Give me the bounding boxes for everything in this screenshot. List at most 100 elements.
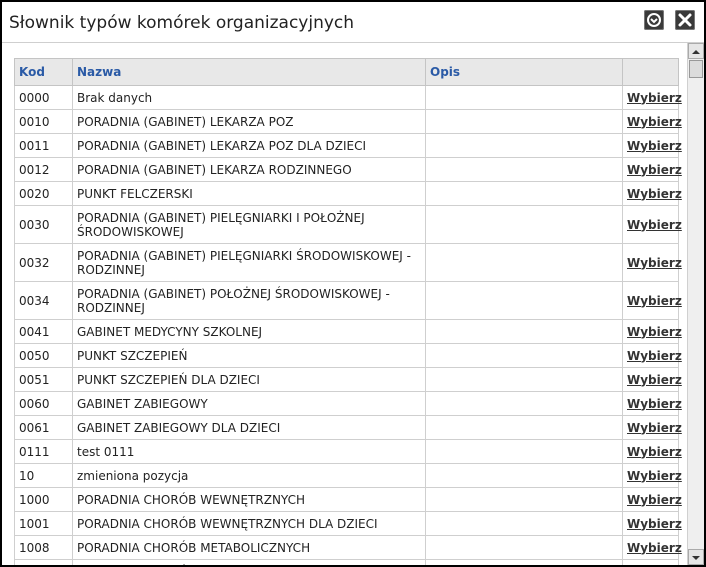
column-header-kod[interactable]: Kod	[14, 58, 73, 86]
cell-nazwa: PORADNIA (GABINET) LEKARZA RODZINNEGO	[72, 157, 426, 182]
select-link[interactable]: Wybierz	[627, 91, 682, 105]
cell-kod: 0030	[14, 205, 73, 244]
cell-opis	[425, 133, 623, 158]
cell-kod: 0032	[14, 243, 73, 282]
cell-opis	[425, 343, 623, 368]
table-row: 0111 test 0111 Wybierz	[14, 439, 682, 464]
column-header-opis[interactable]: Opis	[425, 58, 623, 86]
cell-action: Wybierz	[622, 487, 682, 512]
cell-action: Wybierz	[622, 343, 682, 368]
cell-opis	[425, 535, 623, 560]
table-row: 0012 PORADNIA (GABINET) LEKARZA RODZINNEG…	[14, 157, 682, 182]
select-link[interactable]: Wybierz	[627, 541, 682, 555]
cell-action: Wybierz	[622, 367, 682, 392]
select-link[interactable]: Wybierz	[627, 349, 682, 363]
cell-nazwa: PUNKT SZCZEPIEŃ	[72, 343, 426, 368]
table-row: 0041 GABINET MEDYCYNY SZKOLNEJ Wybierz	[14, 319, 682, 344]
select-link[interactable]: Wybierz	[627, 325, 682, 339]
select-link[interactable]: Wybierz	[627, 115, 682, 129]
cell-nazwa: PORADNIA (GABINET) LEKARZA POZ DLA DZIEC…	[72, 133, 426, 158]
cell-opis	[425, 157, 623, 182]
column-header-action	[622, 58, 679, 86]
cell-opis	[425, 391, 623, 416]
cell-opis	[425, 85, 623, 110]
cell-opis	[425, 439, 623, 464]
close-x-icon[interactable]	[675, 10, 695, 30]
cell-nazwa: GABINET MEDYCYNY SZKOLNEJ	[72, 319, 426, 344]
table-row: 0010 PORADNIA (GABINET) LEKARZA POZ Wybier…	[14, 109, 682, 134]
cell-opis	[425, 109, 623, 134]
table-row: 10 zmieniona pozycja Wybierz	[14, 463, 682, 488]
cell-action: Wybierz	[622, 439, 682, 464]
select-link[interactable]: Wybierz	[627, 139, 682, 153]
cell-nazwa: PORADNIA CHORÓB METABOLICZNYCH	[72, 535, 426, 560]
table-row: 0060 GABINET ZABIEGOWY Wybierz	[14, 391, 682, 416]
cell-kod: 0111	[14, 439, 73, 464]
table-row: 0030 PORADNIA (GABINET) PIELĘGNIARKI I PO…	[14, 205, 682, 244]
cell-opis	[425, 367, 623, 392]
cell-opis	[425, 281, 623, 320]
cell-kod: 0020	[14, 181, 73, 206]
table-row: 0050 PUNKT SZCZEPIEŃ Wybierz	[14, 343, 682, 368]
cell-action: Wybierz	[622, 535, 682, 560]
cell-action: Wybierz	[622, 243, 682, 282]
cell-kod: 10	[14, 463, 73, 488]
cell-nazwa: PORADNIA CHORÓB METABOLICZNYCH DLA DZIEC…	[72, 559, 426, 565]
cell-opis	[425, 181, 623, 206]
scroll-down-arrow-icon[interactable]	[688, 549, 704, 565]
cell-action: Wybierz	[622, 391, 682, 416]
scrollbar-thumb[interactable]	[689, 60, 703, 78]
cell-action: Wybierz	[622, 85, 682, 110]
cell-nazwa: PUNKT FELCZERSKI	[72, 181, 426, 206]
dictionary-table: Kod Nazwa Opis 0000 Brak danych Wybierz 001…	[14, 58, 682, 566]
select-link[interactable]: Wybierz	[627, 256, 682, 270]
select-link[interactable]: Wybierz	[627, 493, 682, 507]
cell-kod: 0060	[14, 391, 73, 416]
table-row: 0011 PORADNIA (GABINET) LEKARZA POZ DLA D…	[14, 133, 682, 158]
cell-action: Wybierz	[622, 205, 682, 244]
cell-action: Wybierz	[622, 133, 682, 158]
select-link[interactable]: Wybierz	[627, 421, 682, 435]
table-row: 0061 GABINET ZABIEGOWY DLA DZIECI Wybierz	[14, 415, 682, 440]
minimize-circle-icon[interactable]	[644, 10, 664, 30]
table-row: 0020 PUNKT FELCZERSKI Wybierz	[14, 181, 682, 206]
vertical-scrollbar[interactable]	[687, 43, 704, 565]
dialog-content: Kod Nazwa Opis 0000 Brak danych Wybierz 001…	[2, 43, 686, 565]
cell-opis	[425, 243, 623, 282]
cell-action: Wybierz	[622, 319, 682, 344]
table-row: 1008 PORADNIA CHORÓB METABOLICZNYCH Wybier…	[14, 535, 682, 560]
table-row: 0032 PORADNIA (GABINET) PIELĘGNIARKI ŚROD…	[14, 243, 682, 282]
dialog-titlebar: Słownik typów komórek organizacyjnych	[2, 2, 704, 43]
cell-nazwa: PUNKT SZCZEPIEŃ DLA DZIECI	[72, 367, 426, 392]
cell-kod: 1001	[14, 511, 73, 536]
select-link[interactable]: Wybierz	[627, 469, 682, 483]
dialog-title: Słownik typów komórek organizacyjnych	[9, 13, 355, 33]
cell-opis	[425, 319, 623, 344]
cell-kod: 0041	[14, 319, 73, 344]
cell-kod: 1009	[14, 559, 73, 565]
cell-action: Wybierz	[622, 281, 682, 320]
select-link[interactable]: Wybierz	[627, 187, 682, 201]
select-link[interactable]: Wybierz	[627, 445, 682, 459]
select-link[interactable]: Wybierz	[627, 218, 682, 232]
cell-action: Wybierz	[622, 157, 682, 182]
cell-kod: 0010	[14, 109, 73, 134]
cell-action: Wybierz	[622, 463, 682, 488]
table-row: 0051 PUNKT SZCZEPIEŃ DLA DZIECI Wybierz	[14, 367, 682, 392]
table-row: 1001 PORADNIA CHORÓB WEWNĘTRZNYCH DLA DZI…	[14, 511, 682, 536]
cell-kod: 0011	[14, 133, 73, 158]
select-link[interactable]: Wybierz	[627, 294, 682, 308]
select-link[interactable]: Wybierz	[627, 517, 682, 531]
cell-nazwa: PORADNIA CHORÓB WEWNĘTRZNYCH	[72, 487, 426, 512]
cell-opis	[425, 463, 623, 488]
select-link[interactable]: Wybierz	[627, 397, 682, 411]
table-header-row: Kod Nazwa Opis	[14, 58, 679, 86]
dictionary-dialog: Słownik typów komórek organizacyjnych Ko…	[0, 0, 706, 567]
select-link[interactable]: Wybierz	[627, 373, 682, 387]
column-header-nazwa[interactable]: Nazwa	[72, 58, 426, 86]
select-link[interactable]: Wybierz	[627, 565, 682, 566]
cell-kod: 1008	[14, 535, 73, 560]
scroll-up-arrow-icon[interactable]	[688, 43, 704, 59]
cell-opis	[425, 205, 623, 244]
select-link[interactable]: Wybierz	[627, 163, 682, 177]
